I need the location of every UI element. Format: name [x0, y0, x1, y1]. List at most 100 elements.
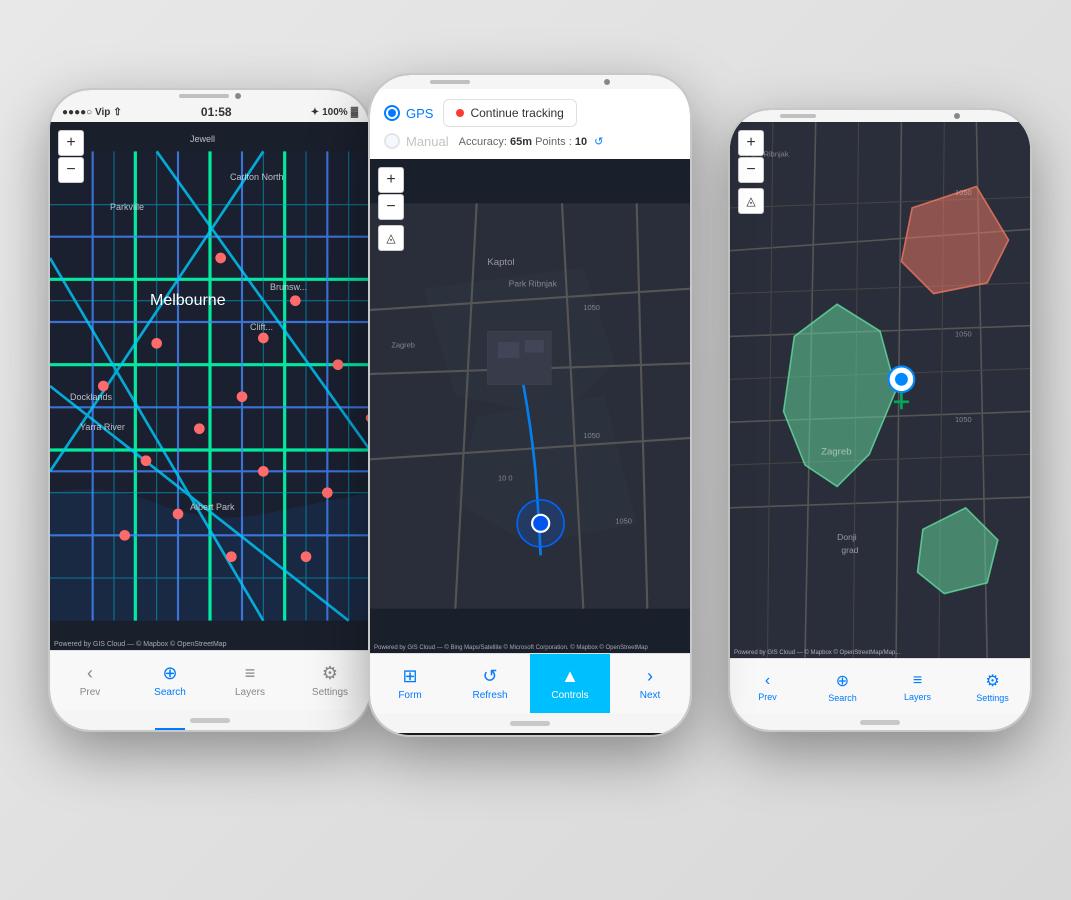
form-icon: ⊞ [402, 666, 417, 687]
layers-icon-right: ≡ [913, 672, 922, 690]
toolbar-center: ⊞ Form ↺ Refresh ▲ Controls › Next [370, 653, 690, 713]
phone-right: Park Ribnjak Zagreb Donji grad 1050 1050… [730, 110, 1030, 730]
refresh-label: Refresh [472, 690, 507, 701]
nav-search-left[interactable]: ⊕ Search [130, 651, 210, 710]
status-bar-left: ●●●●○ Vip ⇧ 01:58 ✦ 100% ▓ [50, 102, 370, 122]
zoom-controls-right: + − ◬ [738, 130, 764, 214]
zoom-controls-center: + − ◬ [378, 167, 404, 251]
home-indicator-center [370, 713, 690, 733]
prev-label-left: Prev [80, 687, 101, 698]
search-icon-right: ⊕ [836, 671, 849, 691]
nav-layers-left[interactable]: ≡ Layers [210, 651, 290, 710]
settings-label-left: Settings [312, 687, 348, 698]
home-indicator-left [50, 710, 370, 730]
zoom-plus-center[interactable]: + [378, 167, 404, 193]
nav-settings-right[interactable]: ⚙ Settings [955, 659, 1030, 714]
time-left: 01:58 [201, 105, 232, 119]
map-right: Park Ribnjak Zagreb Donji grad 1050 1050… [730, 122, 1030, 658]
zoom-minus-right[interactable]: − [738, 157, 764, 183]
toolbar-refresh[interactable]: ↺ Refresh [450, 654, 530, 713]
gps-row-top: GPS Continue tracking [384, 99, 676, 127]
svg-text:1050: 1050 [955, 415, 972, 424]
zoom-plus-left[interactable]: + [58, 130, 84, 156]
bt-left: ✦ [311, 107, 319, 118]
layers-label-right: Layers [904, 692, 931, 702]
bottom-nav-right: ‹ Prev ⊕ Search ≡ Layers ⚙ Settings [730, 658, 1030, 714]
map-center: Kaptol Zagreb 1050 1050 10 0 1050 Park R… [370, 159, 690, 653]
zoom-minus-center[interactable]: − [378, 194, 404, 220]
search-label-left: Search [154, 687, 186, 698]
svg-text:Park Ribnjak: Park Ribnjak [509, 279, 558, 289]
zoom-minus-left[interactable]: − [58, 157, 84, 183]
home-indicator-right [730, 714, 1030, 730]
prev-icon-left: ‹ [87, 663, 93, 684]
svg-text:1050: 1050 [615, 516, 632, 525]
camera-left [235, 93, 241, 99]
phone-right-top [730, 110, 1030, 122]
prev-label-right: Prev [758, 692, 777, 702]
signal-left: ●●●●○ Vip [62, 107, 110, 118]
powered-by-center: Powered by GIS Cloud — © Bing Maps/Satel… [374, 645, 648, 651]
form-label: Form [398, 690, 421, 701]
nav-search-right[interactable]: ⊕ Search [805, 659, 880, 714]
map-svg-left [50, 122, 370, 650]
powered-by-right: Powered by GIS Cloud — © Mapbox © OpenSt… [734, 650, 900, 656]
battery-icon-left: ▓ [351, 107, 358, 118]
accuracy-value: 65m [510, 136, 532, 148]
accuracy-info: Accuracy: 65m Points : 10 ↺ [459, 135, 604, 148]
refresh-icon-small[interactable]: ↺ [594, 136, 603, 148]
layers-icon-left: ≡ [245, 663, 256, 684]
record-dot [456, 109, 464, 117]
continue-tracking-button[interactable]: Continue tracking [443, 99, 576, 127]
settings-icon-right: ⚙ [985, 671, 999, 691]
active-indicator-left [155, 728, 185, 730]
controls-label: Controls [551, 690, 588, 701]
compass-center[interactable]: ◬ [378, 225, 404, 251]
wifi-left: ⇧ [113, 107, 121, 118]
svg-text:1050: 1050 [583, 303, 600, 312]
map-left: Jewell Carlton North Parkville Clift... … [50, 122, 370, 650]
toolbar-next[interactable]: › Next [610, 654, 690, 713]
refresh-icon: ↺ [482, 666, 497, 687]
zoom-plus-right[interactable]: + [738, 130, 764, 156]
toolbar-controls[interactable]: ▲ Controls [530, 654, 610, 713]
layers-label-left: Layers [235, 687, 265, 698]
svg-text:Donji: Donji [837, 532, 857, 542]
continue-tracking-label: Continue tracking [470, 106, 563, 120]
compass-right[interactable]: ◬ [738, 188, 764, 214]
battery-left: 100% [322, 107, 348, 118]
svg-text:1050: 1050 [583, 431, 600, 440]
manual-radio[interactable] [384, 133, 400, 149]
home-bar-left [190, 718, 230, 723]
svg-text:grad: grad [841, 545, 858, 555]
settings-label-right: Settings [976, 693, 1009, 703]
search-icon-left: ⊕ [162, 663, 177, 684]
nav-settings-left[interactable]: ⚙ Settings [290, 651, 370, 710]
manual-label: Manual [406, 134, 449, 149]
svg-text:Kaptol: Kaptol [487, 257, 514, 268]
zoom-controls-left: + − [58, 130, 84, 183]
scene: ●●●●○ Vip ⇧ 01:58 ✦ 100% ▓ [0, 0, 1071, 900]
gps-row-bottom: Manual Accuracy: 65m Points : 10 ↺ [384, 133, 676, 149]
gps-option: GPS [384, 105, 433, 121]
svg-text:1050: 1050 [955, 329, 972, 338]
search-label-right: Search [828, 693, 857, 703]
toolbar-form[interactable]: ⊞ Form [370, 654, 450, 713]
speaker-right [780, 114, 816, 118]
speaker-center [430, 80, 470, 84]
phone-left: ●●●●○ Vip ⇧ 01:58 ✦ 100% ▓ [50, 90, 370, 730]
manual-option: Manual [384, 133, 449, 149]
nav-layers-right[interactable]: ≡ Layers [880, 659, 955, 714]
map-svg-right: Park Ribnjak Zagreb Donji grad 1050 1050… [730, 122, 1030, 658]
accuracy-label: Accuracy: [459, 136, 507, 148]
camera-right [954, 113, 960, 119]
home-bar-right [860, 720, 900, 725]
next-label: Next [640, 690, 661, 701]
bottom-nav-left: ‹ Prev ⊕ Search ≡ Layers ⚙ Settings [50, 650, 370, 710]
gps-radio[interactable] [384, 105, 400, 121]
home-bar-center [510, 721, 550, 726]
nav-prev-right[interactable]: ‹ Prev [730, 659, 805, 714]
next-icon: › [647, 666, 653, 687]
nav-prev-left[interactable]: ‹ Prev [50, 651, 130, 710]
points-label: Points : [535, 136, 572, 148]
